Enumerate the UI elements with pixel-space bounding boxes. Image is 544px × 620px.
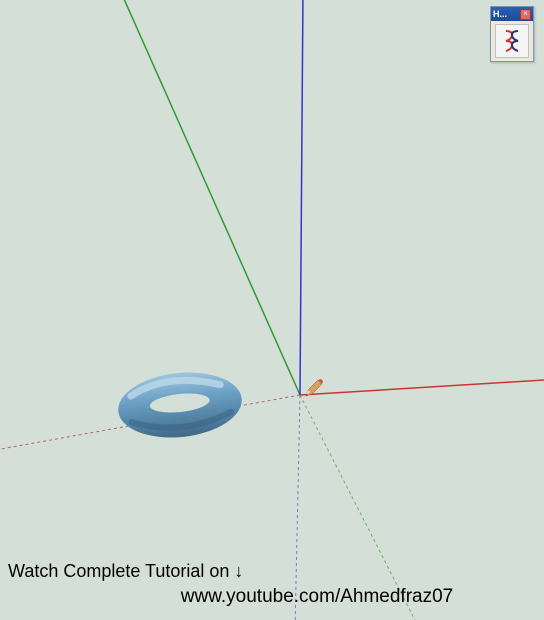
close-icon[interactable]: × bbox=[520, 9, 531, 20]
toolbar-title: H... bbox=[493, 9, 507, 19]
caption-line-1: Watch Complete Tutorial on ↓ bbox=[8, 561, 536, 582]
axis-z-positive bbox=[300, 0, 303, 395]
scene-svg bbox=[0, 0, 544, 620]
caption-overlay: Watch Complete Tutorial on ↓ www.youtube… bbox=[8, 561, 536, 608]
torus-object[interactable] bbox=[115, 367, 245, 444]
toolbar-body bbox=[491, 21, 533, 61]
axis-y-positive bbox=[120, 0, 300, 395]
caption-line-2: www.youtube.com/Ahmedfraz07 bbox=[8, 586, 536, 608]
3d-viewport[interactable]: H... × Watch Complete Tutorial on ↓ www.… bbox=[0, 0, 544, 620]
toolbar-titlebar[interactable]: H... × bbox=[491, 7, 533, 21]
floating-toolbar[interactable]: H... × bbox=[490, 6, 534, 62]
axis-x-positive bbox=[300, 380, 544, 395]
helix-tool-button[interactable] bbox=[495, 24, 529, 58]
